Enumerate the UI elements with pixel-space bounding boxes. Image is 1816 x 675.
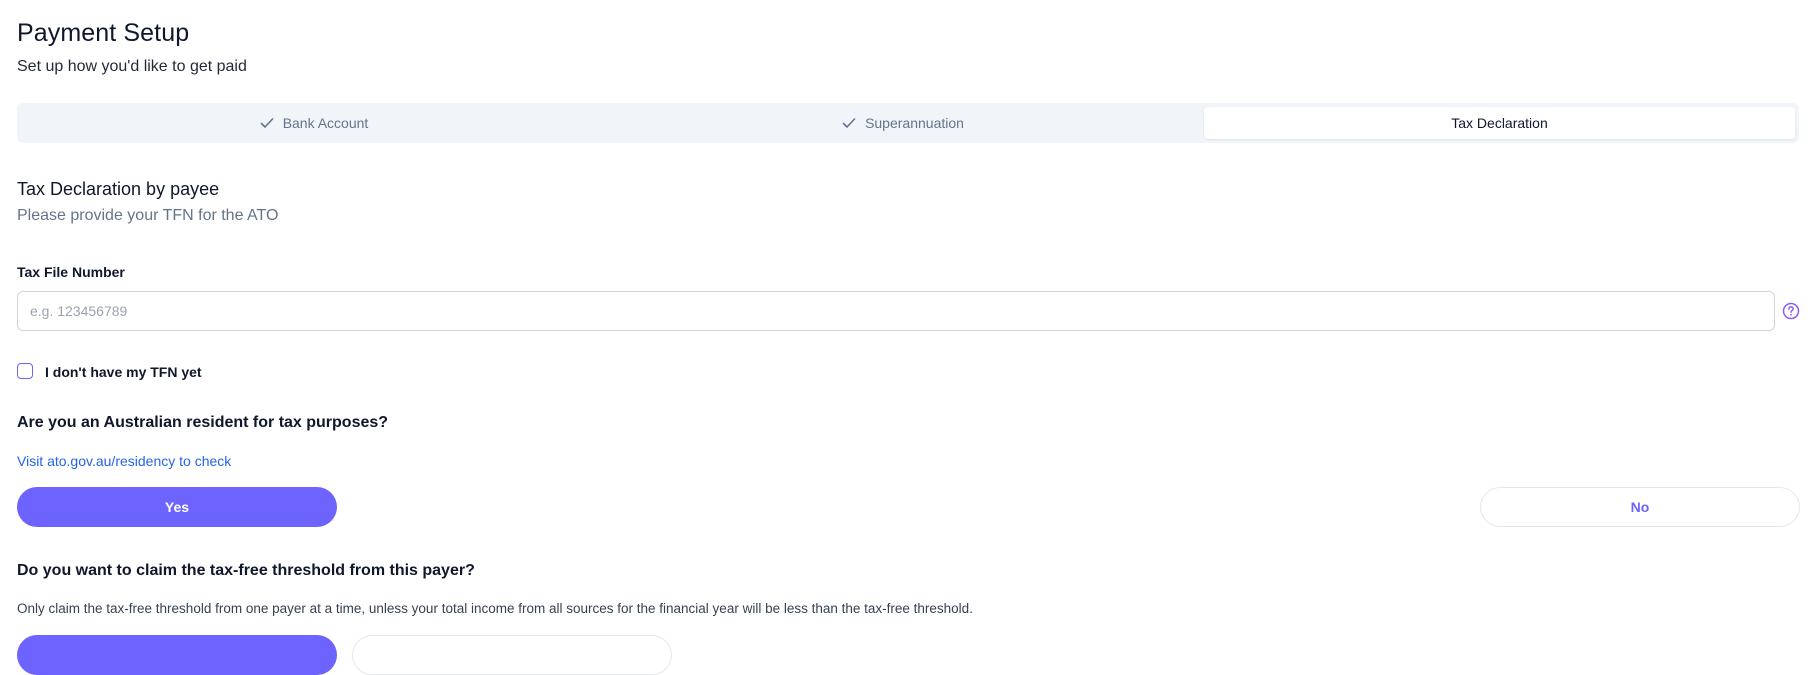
help-circle-icon[interactable]	[1782, 302, 1800, 320]
tax-free-threshold-question: Do you want to claim the tax-free thresh…	[17, 562, 475, 579]
residency-question: Are you an Australian resident for tax p…	[17, 414, 389, 431]
steps-tablist: Bank Account Superannuation Tax Declarat…	[17, 103, 1799, 143]
tab-label: Superannuation	[865, 115, 964, 131]
page-subtitle: Set up how you'd like to get paid	[17, 58, 247, 75]
no-tfn-checkbox-label[interactable]: I don't have my TFN yet	[45, 364, 202, 380]
tax-free-threshold-note: Only claim the tax-free threshold from o…	[17, 601, 973, 616]
tab-label: Tax Declaration	[1451, 115, 1548, 131]
tab-label: Bank Account	[282, 115, 369, 131]
page-title: Payment Setup	[17, 19, 190, 47]
tfn-input[interactable]	[17, 291, 1775, 331]
tab-superannuation[interactable]: Superannuation	[610, 107, 1195, 139]
check-icon	[842, 118, 856, 128]
section-subtitle: Please provide your TFN for the ATO	[17, 207, 279, 224]
payment-setup-page: Payment Setup Set up how you'd like to g…	[0, 0, 1816, 675]
no-tfn-checkbox[interactable]	[17, 363, 33, 379]
threshold-yes-button[interactable]	[17, 635, 337, 675]
threshold-no-button[interactable]	[352, 635, 672, 675]
tab-bank-account[interactable]: Bank Account	[21, 107, 606, 139]
tfn-label: Tax File Number	[17, 264, 125, 280]
check-icon	[260, 118, 273, 128]
residency-yes-button[interactable]: Yes	[17, 487, 337, 527]
residency-no-button[interactable]: No	[1480, 487, 1800, 527]
ato-residency-link[interactable]: Visit ato.gov.au/residency to check	[17, 453, 231, 469]
section-title: Tax Declaration by payee	[17, 179, 220, 199]
tab-tax-declaration[interactable]: Tax Declaration	[1204, 107, 1795, 139]
